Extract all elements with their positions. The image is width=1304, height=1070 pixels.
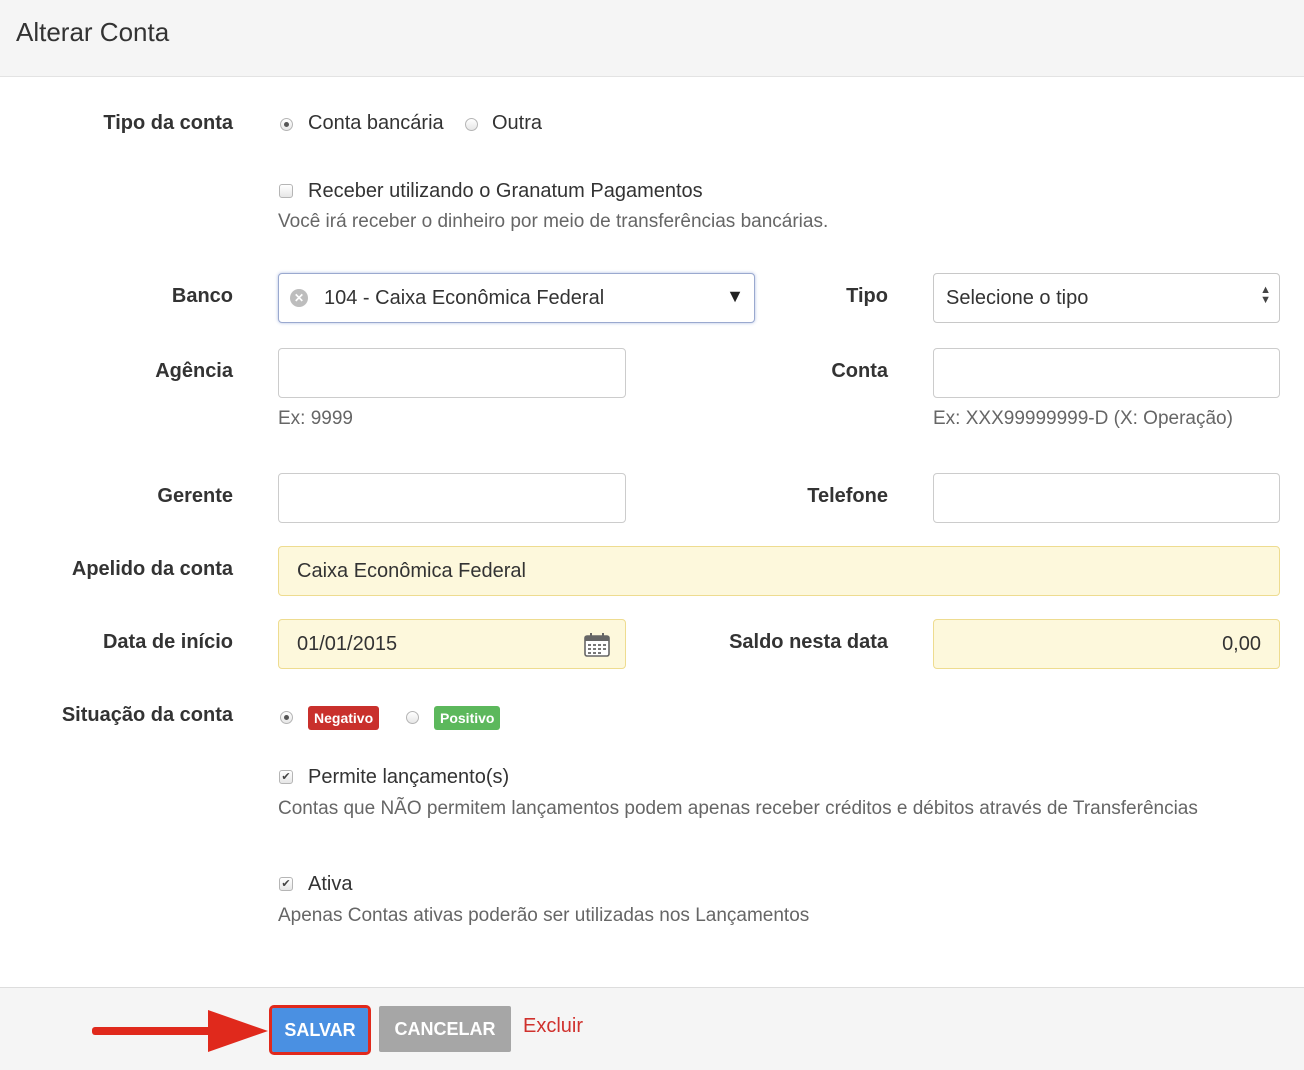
calendar-icon[interactable] — [584, 633, 610, 657]
ativa-checkbox[interactable]: ✔ — [279, 877, 293, 891]
banco-select-value: 104 - Caixa Econômica Federal — [324, 287, 605, 309]
telefone-label: Telefone — [807, 485, 888, 507]
telefone-input[interactable] — [933, 473, 1280, 523]
conta-help: Ex: XXX99999999-D (X: Operação) — [933, 408, 1233, 429]
updown-arrows-icon: ▲ ▼ — [1260, 284, 1271, 306]
cancel-button[interactable]: CANCELAR — [379, 1006, 511, 1052]
banco-select[interactable]: ✕ 104 - Caixa Econômica Federal ▼ — [278, 273, 755, 323]
banco-label: Banco — [171, 285, 233, 307]
data-inicio-input[interactable] — [278, 619, 626, 669]
granatum-label[interactable]: Receber utilizando o Granatum Pagamentos — [308, 180, 703, 203]
radio-negativo[interactable] — [280, 711, 293, 724]
radio-positivo[interactable] — [406, 711, 419, 724]
form-footer: SALVAR CANCELAR Excluir — [0, 987, 1304, 1070]
saldo-input[interactable] — [933, 619, 1280, 669]
negativo-badge[interactable]: Negativo — [308, 706, 380, 730]
radio-conta-bancaria-label[interactable]: Conta bancária — [308, 112, 444, 135]
ativa-label[interactable]: Ativa — [308, 873, 352, 896]
tipo-select-value: Selecione o tipo — [946, 287, 1089, 309]
permite-help: Contas que NÃO permitem lançamentos pode… — [278, 798, 1198, 819]
radio-outra-label[interactable]: Outra — [492, 112, 542, 135]
agencia-input[interactable] — [278, 348, 626, 398]
granatum-checkbox[interactable] — [279, 184, 293, 198]
data-inicio-wrapper — [278, 619, 626, 669]
delete-link[interactable]: Excluir — [523, 1015, 583, 1038]
conta-input[interactable] — [933, 348, 1280, 398]
gerente-label: Gerente — [157, 485, 233, 507]
positivo-badge[interactable]: Positivo — [434, 706, 501, 730]
tipo-conta-label: Tipo da conta — [103, 112, 233, 134]
conta-label: Conta — [831, 360, 888, 382]
agencia-label: Agência — [155, 360, 233, 382]
ativa-help: Apenas Contas ativas poderão ser utiliza… — [278, 905, 810, 926]
radio-outra[interactable] — [465, 118, 478, 131]
apelido-input[interactable] — [278, 546, 1280, 596]
radio-conta-bancaria[interactable] — [280, 118, 293, 131]
page-title: Alterar Conta — [16, 17, 170, 47]
permite-checkbox[interactable]: ✔ — [279, 770, 293, 784]
agencia-help: Ex: 9999 — [278, 408, 353, 429]
clear-icon[interactable]: ✕ — [290, 289, 308, 307]
granatum-help: Você irá receber o dinheiro por meio de … — [278, 211, 829, 232]
caret-down-icon: ▼ — [726, 286, 744, 306]
gerente-input[interactable] — [278, 473, 626, 523]
page-header: Alterar Conta — [0, 0, 1304, 77]
saldo-label: Saldo nesta data — [729, 631, 888, 653]
situacao-label: Situação da conta — [61, 704, 233, 726]
apelido-label: Apelido da conta — [71, 558, 233, 580]
permite-label[interactable]: Permite lançamento(s) — [308, 766, 509, 789]
arrow-right-icon — [92, 1010, 268, 1052]
tipo-select[interactable]: Selecione o tipo ▲ ▼ — [933, 273, 1280, 323]
data-inicio-label: Data de início — [102, 631, 233, 653]
save-button[interactable]: SALVAR — [269, 1005, 371, 1055]
tipo-label: Tipo — [846, 285, 888, 307]
